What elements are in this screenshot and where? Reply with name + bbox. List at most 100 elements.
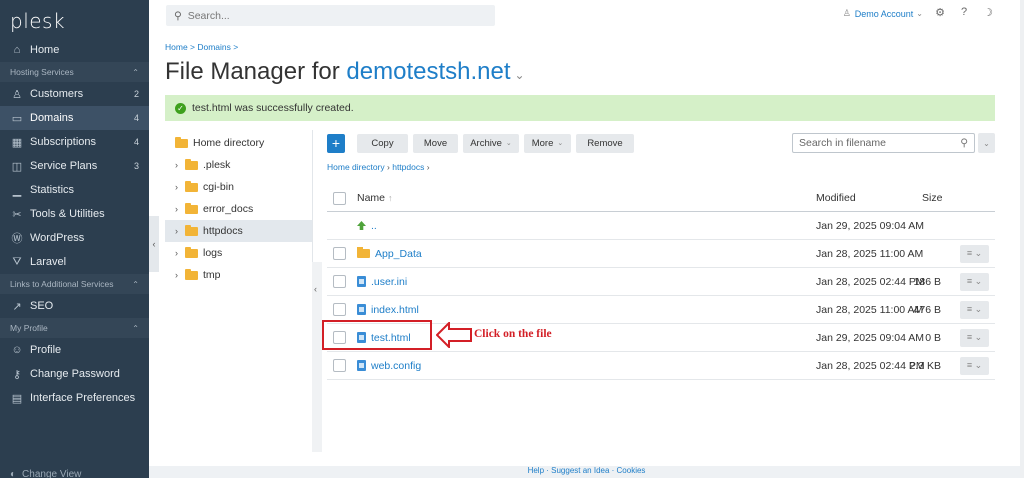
sidebar-section[interactable]: My Profile ⌃ xyxy=(0,318,149,338)
suggestions-icon[interactable]: ⚙ xyxy=(932,6,948,19)
row-actions-menu-button[interactable]: ≡ ⌄ xyxy=(960,356,989,375)
chevron-right-icon[interactable]: › xyxy=(175,160,185,170)
search-icon: ⚲ xyxy=(174,9,182,22)
sidebar-item-profile[interactable]: ☺ Profile xyxy=(0,338,149,362)
remove-button[interactable]: Remove xyxy=(576,133,634,153)
modified-column-header[interactable]: Modified xyxy=(816,192,856,204)
footer: Help · Suggest an Idea · Cookies xyxy=(149,466,1024,478)
file-name-link[interactable]: .user.ini xyxy=(357,276,407,288)
chevron-right-icon[interactable]: › xyxy=(175,182,185,192)
chevron-down-icon: ⌄ xyxy=(505,140,512,147)
chevron-right-icon[interactable]: › xyxy=(175,270,185,280)
help-icon[interactable]: ? xyxy=(956,6,972,18)
row-actions-menu-button[interactable]: ≡ ⌄ xyxy=(960,272,989,291)
tree-item-label: cgi-bin xyxy=(203,181,234,193)
row-checkbox[interactable] xyxy=(333,359,346,372)
monitor-icon: ▭ xyxy=(11,112,23,125)
tree-children: › .plesk › cgi-bin › error_docs › httpdocs › logs… xyxy=(165,154,313,286)
file-name-link[interactable]: web.config xyxy=(357,360,421,372)
plesk-logo[interactable]: plesk xyxy=(0,0,149,38)
tree-item[interactable]: › logs xyxy=(165,242,313,264)
success-message: ✓ test.html was successfully created. xyxy=(165,95,995,121)
sidebar-item-label: Tools & Utilities xyxy=(30,208,105,220)
account-menu[interactable]: ♙ Demo Account ⌄ xyxy=(843,8,923,19)
sidebar-item-home[interactable]: ⌂ Home xyxy=(0,38,149,62)
table-row[interactable]: App_Data Jan 28, 2025 11:00 AM ≡ ⌄ xyxy=(327,240,995,268)
move-button[interactable]: Move xyxy=(413,133,458,153)
plus-icon: + xyxy=(331,135,341,151)
sidebar-section[interactable]: Links to Additional Services ⌃ xyxy=(0,274,149,294)
select-all-checkbox[interactable] xyxy=(333,191,346,205)
row-checkbox[interactable] xyxy=(333,275,346,288)
tree-item[interactable]: › cgi-bin xyxy=(165,176,313,198)
highlight-box xyxy=(322,320,432,350)
name-column-header[interactable]: Name ↑ xyxy=(357,192,393,204)
row-actions-menu-button[interactable]: ≡ ⌄ xyxy=(960,244,989,263)
table-row[interactable]: .user.ini Jan 28, 2025 02:44 PM 186 B ≡ ⌄ xyxy=(327,268,995,296)
tree-item-home-directory[interactable]: Home directory xyxy=(165,132,313,154)
tree-item[interactable]: › tmp xyxy=(165,264,313,286)
search-options-button[interactable]: ⌄ xyxy=(978,133,995,153)
path-root-link[interactable]: Home directory xyxy=(327,162,385,172)
domain-switcher[interactable]: demotestsh.net xyxy=(346,58,510,85)
global-search-placeholder: Search... xyxy=(187,9,230,22)
sidebar-collapse-button[interactable]: ‹ xyxy=(149,216,159,272)
user-icon: ♙ xyxy=(12,88,22,101)
sidebar-section[interactable]: Hosting Services ⌃ xyxy=(0,62,149,82)
archive-label: Archive xyxy=(470,137,502,149)
more-button[interactable]: More ⌄ xyxy=(524,133,571,153)
breadcrumb[interactable]: Home > Domains > xyxy=(165,42,238,52)
count-badge: 3 xyxy=(133,161,139,171)
copy-button[interactable]: Copy xyxy=(357,133,408,153)
global-search-input[interactable]: ⚲ Search... xyxy=(166,5,495,26)
scrollbar[interactable] xyxy=(1020,0,1024,478)
check-circle-icon: ✓ xyxy=(175,102,186,114)
path-current[interactable]: httpdocs xyxy=(392,162,424,172)
sidebar-item-domains[interactable]: ▭ Domains 4 xyxy=(0,106,149,130)
table-row[interactable]: .. Jan 29, 2025 09:04 AM xyxy=(327,212,995,240)
filename-search-input[interactable]: Search in filename ⚲ xyxy=(792,133,975,153)
sidebar-item-change-password[interactable]: ⚷ Change Password xyxy=(0,362,149,386)
account-label: Demo Account xyxy=(854,8,914,19)
archive-button[interactable]: Archive ⌄ xyxy=(463,133,519,153)
file-name: web.config xyxy=(371,359,422,372)
table-row[interactable]: web.config Jan 28, 2025 02:44 PM 2.3 KB ≡ ⌄ xyxy=(327,352,995,380)
folder-icon xyxy=(185,224,198,236)
chevron-down-icon[interactable]: ⌄ xyxy=(515,68,525,82)
tree-item[interactable]: › httpdocs xyxy=(165,220,313,242)
chevron-right-icon[interactable]: › xyxy=(175,226,185,236)
path-separator: › xyxy=(426,162,430,172)
row-actions-menu-button[interactable]: ≡ ⌄ xyxy=(960,300,989,319)
sidebar-item-label: Domains xyxy=(30,112,74,124)
tree-item[interactable]: › error_docs xyxy=(165,198,313,220)
sidebar-item-subscriptions[interactable]: ▦ Subscriptions 4 xyxy=(0,130,149,154)
tree-collapse-button[interactable]: ‹ xyxy=(312,262,322,452)
file-name-link[interactable]: .. xyxy=(357,220,377,232)
sidebar-item-statistics[interactable]: ▁ Statistics xyxy=(0,178,149,202)
sidebar-item-service-plans[interactable]: ◫ Service Plans 3 xyxy=(0,154,149,178)
change-view-button[interactable]: ◐ Change View xyxy=(0,466,149,478)
file-name-link[interactable]: index.html xyxy=(357,304,419,316)
folder-icon xyxy=(175,136,188,148)
new-item-button[interactable]: + xyxy=(327,133,345,153)
chevron-right-icon[interactable]: › xyxy=(175,204,185,214)
sidebar-item-interface-preferences[interactable]: ▤ Interface Preferences xyxy=(0,386,149,410)
size-column-header[interactable]: Size xyxy=(922,192,978,204)
row-checkbox[interactable] xyxy=(333,303,346,316)
file-name-link[interactable]: App_Data xyxy=(357,247,422,260)
row-actions-menu-button[interactable]: ≡ ⌄ xyxy=(960,328,989,347)
theme-toggle-icon[interactable]: ☽ xyxy=(980,6,996,19)
table-header: Name ↑ Modified Size xyxy=(327,185,995,212)
sidebar-item-label: Statistics xyxy=(30,184,75,196)
sidebar-item-tools-utilities[interactable]: ✂ Tools & Utilities xyxy=(0,202,149,226)
sidebar-item-seo[interactable]: ↗ SEO xyxy=(0,294,149,318)
chevron-right-icon[interactable]: › xyxy=(175,248,185,258)
tree-item[interactable]: › .plesk xyxy=(165,154,313,176)
sidebar-item-label: Subscriptions xyxy=(30,136,97,148)
grid-icon: ▦ xyxy=(11,136,23,149)
sidebar-item-laravel[interactable]: ⛛ Laravel xyxy=(0,250,149,274)
sidebar-item-customers[interactable]: ♙ Customers 2 xyxy=(0,82,149,106)
sidebar-item-label: Service Plans xyxy=(30,160,98,172)
row-checkbox[interactable] xyxy=(333,247,346,260)
sidebar-item-wordpress[interactable]: Ⓦ WordPress xyxy=(0,226,149,250)
